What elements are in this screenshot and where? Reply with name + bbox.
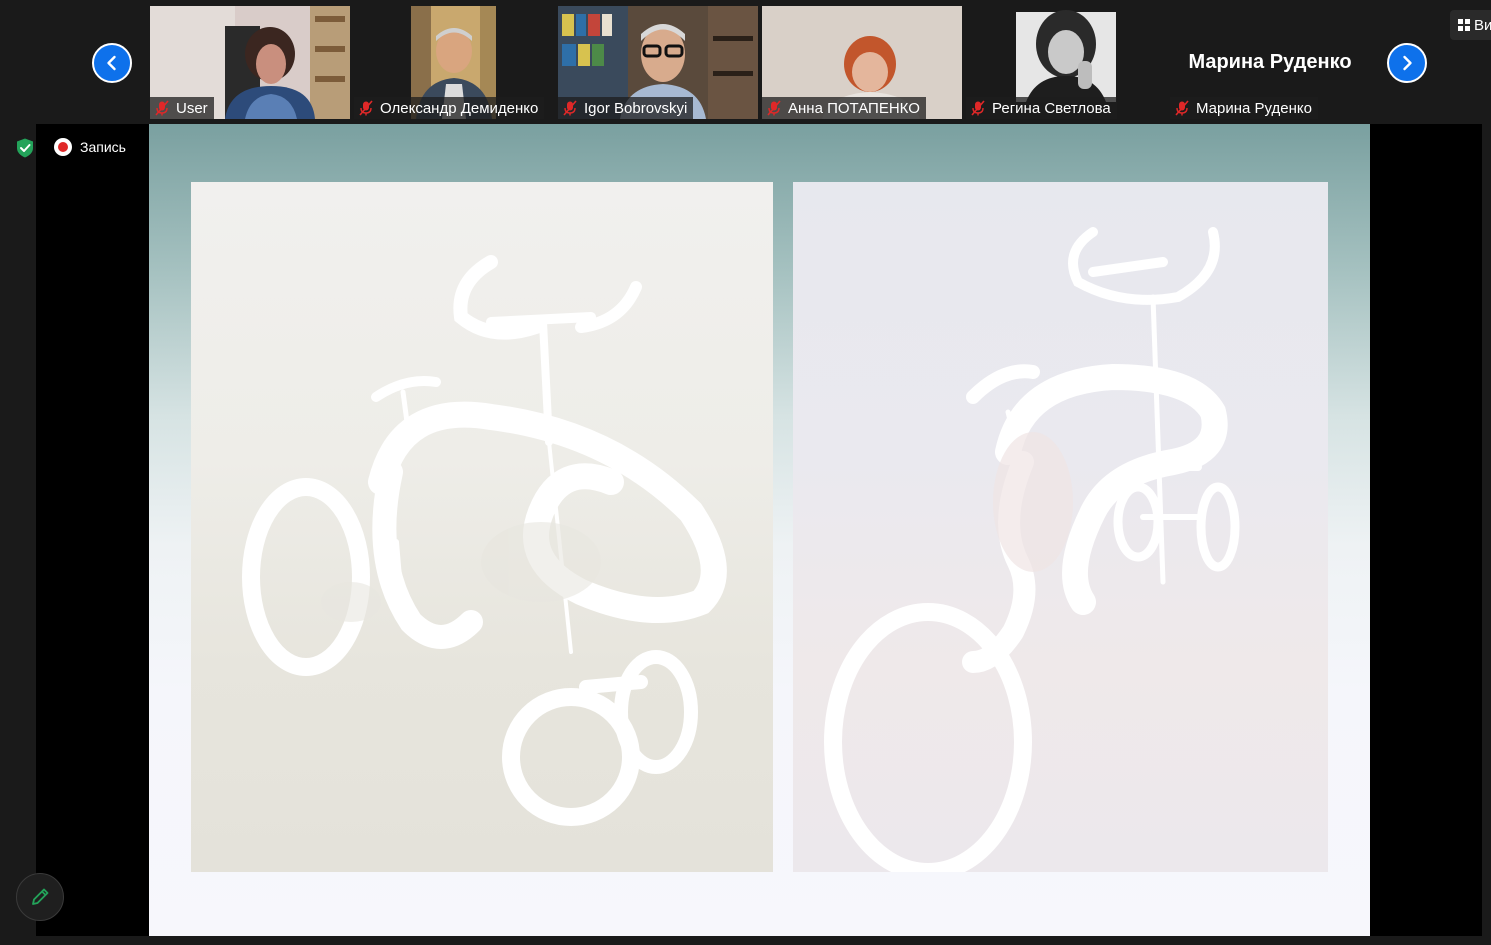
participant-tile[interactable]: Igor Bobrovskyi — [558, 6, 758, 119]
grid-icon — [1458, 19, 1470, 31]
left-sidebar — [0, 124, 36, 945]
shared-slide — [149, 124, 1370, 936]
participant-name: Регина Светлова — [992, 99, 1111, 117]
view-button[interactable]: Ви — [1450, 10, 1491, 40]
photo-bicycle-model-left — [191, 182, 773, 872]
participant-display-name: Марина Руденко — [1188, 51, 1352, 73]
participant-tile[interactable]: Марина Руденко Марина Руденко — [1170, 6, 1370, 119]
recording-indicator[interactable]: Запись — [54, 138, 126, 156]
participant-name: Марина Руденко — [1196, 99, 1312, 117]
view-button-label: Ви — [1474, 16, 1491, 34]
participant-name-bar: Анна ПОТАПЕНКО — [762, 97, 926, 119]
participant-name: Igor Bobrovskyi — [584, 99, 688, 117]
chevron-left-icon — [107, 55, 116, 71]
photo-bicycle-model-right — [793, 182, 1328, 872]
participant-name-bar: Регина Светлова — [966, 97, 1117, 119]
participant-tile[interactable]: Олександр Демиденко — [354, 6, 554, 119]
mic-off-icon — [971, 100, 985, 116]
chevron-right-icon — [1403, 55, 1412, 71]
participant-name-bar: Олександр Демиденко — [354, 97, 545, 119]
participant-name-bar: Igor Bobrovskyi — [558, 97, 694, 119]
pencil-icon — [32, 888, 49, 905]
gallery-next-button[interactable] — [1387, 43, 1427, 83]
gallery-prev-button[interactable] — [92, 43, 132, 83]
mic-off-icon — [1175, 100, 1189, 116]
mic-off-icon — [155, 100, 169, 116]
participant-tile[interactable]: Анна ПОТАПЕНКО — [762, 6, 962, 119]
participant-name: Анна ПОТАПЕНКО — [788, 99, 920, 117]
annotate-button[interactable] — [16, 873, 64, 921]
participant-tile[interactable]: Регина Светлова — [966, 6, 1166, 119]
recording-label: Запись — [80, 139, 126, 155]
participant-gallery-strip: User Олександр Демиденко Igor Bobrovskyi… — [0, 0, 1491, 124]
record-icon — [54, 138, 72, 156]
participant-name: Олександр Демиденко — [380, 99, 539, 117]
participant-tile[interactable]: User — [150, 6, 350, 119]
zoom-meeting-window: User Олександр Демиденко Igor Bobrovskyi… — [0, 0, 1491, 945]
shield-check-icon[interactable] — [14, 137, 36, 159]
mic-off-icon — [359, 100, 373, 116]
mic-off-icon — [767, 100, 781, 116]
mic-off-icon — [563, 100, 577, 116]
participant-name-bar: Марина Руденко — [1170, 97, 1318, 119]
bottom-strip — [0, 936, 1491, 945]
participant-name-bar: User — [150, 97, 214, 119]
participant-name: User — [176, 99, 208, 117]
